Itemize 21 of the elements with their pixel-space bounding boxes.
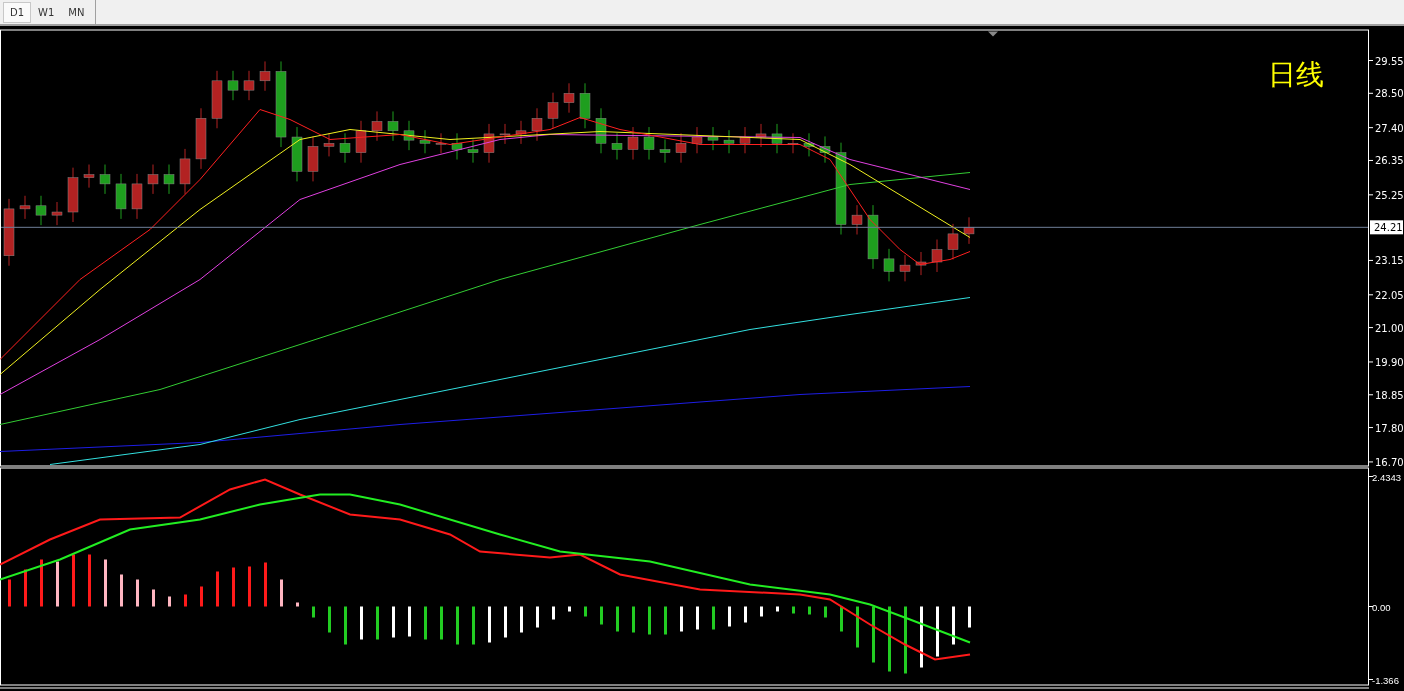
axis-label: 17.80 bbox=[1375, 422, 1404, 434]
axis-label: 29.55 bbox=[1375, 55, 1404, 67]
chart-title: 日线 bbox=[1268, 57, 1324, 91]
axis-label: 16.70 bbox=[1375, 456, 1404, 468]
axis-label: 18.85 bbox=[1375, 389, 1404, 401]
axis-label: 27.40 bbox=[1375, 122, 1404, 134]
current-price-label: 24.21 bbox=[1370, 220, 1403, 235]
axis-label: 22.05 bbox=[1375, 289, 1404, 301]
axis-label: 2.4343 bbox=[1372, 471, 1402, 483]
axis-label: -1.366 bbox=[1372, 674, 1399, 686]
axis-label: 21.00 bbox=[1375, 322, 1404, 334]
axis-label: 26.35 bbox=[1375, 155, 1404, 167]
timeframe-tab[interactable]: MN bbox=[61, 1, 92, 23]
axis-label: 23.15 bbox=[1375, 255, 1404, 267]
axis-label: 28.50 bbox=[1375, 88, 1404, 100]
timeframe-tab[interactable]: D1 bbox=[3, 1, 32, 23]
shift-marker-icon bbox=[988, 31, 998, 37]
axis-label: 25.25 bbox=[1375, 189, 1404, 201]
axis-label: 0.00 bbox=[1372, 601, 1391, 613]
timeframe-tab[interactable]: W1 bbox=[31, 1, 62, 23]
axis-label: 19.90 bbox=[1375, 356, 1404, 368]
